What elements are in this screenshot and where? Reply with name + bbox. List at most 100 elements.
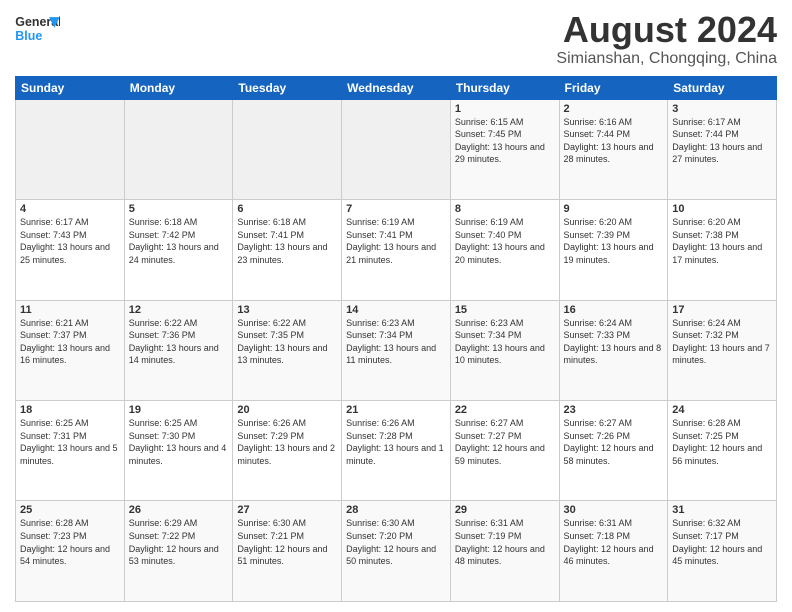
calendar-header-row: Sunday Monday Tuesday Wednesday Thursday… bbox=[16, 76, 777, 99]
table-row: 6Sunrise: 6:18 AM Sunset: 7:41 PM Daylig… bbox=[233, 200, 342, 300]
day-info: Sunrise: 6:30 AM Sunset: 7:21 PM Dayligh… bbox=[237, 517, 337, 567]
table-row: 30Sunrise: 6:31 AM Sunset: 7:18 PM Dayli… bbox=[559, 501, 668, 602]
day-number: 28 bbox=[346, 504, 446, 516]
table-row bbox=[342, 99, 451, 199]
calendar-week-row: 18Sunrise: 6:25 AM Sunset: 7:31 PM Dayli… bbox=[16, 401, 777, 501]
table-row: 17Sunrise: 6:24 AM Sunset: 7:32 PM Dayli… bbox=[668, 300, 777, 400]
day-number: 3 bbox=[672, 103, 772, 115]
table-row: 19Sunrise: 6:25 AM Sunset: 7:30 PM Dayli… bbox=[124, 401, 233, 501]
table-row: 21Sunrise: 6:26 AM Sunset: 7:28 PM Dayli… bbox=[342, 401, 451, 501]
table-row: 31Sunrise: 6:32 AM Sunset: 7:17 PM Dayli… bbox=[668, 501, 777, 602]
day-info: Sunrise: 6:27 AM Sunset: 7:26 PM Dayligh… bbox=[564, 417, 664, 467]
day-info: Sunrise: 6:24 AM Sunset: 7:33 PM Dayligh… bbox=[564, 317, 664, 367]
day-number: 11 bbox=[20, 304, 120, 316]
day-number: 1 bbox=[455, 103, 555, 115]
header: General Blue August 2024 Simianshan, Cho… bbox=[15, 10, 777, 68]
table-row: 25Sunrise: 6:28 AM Sunset: 7:23 PM Dayli… bbox=[16, 501, 125, 602]
day-info: Sunrise: 6:22 AM Sunset: 7:35 PM Dayligh… bbox=[237, 317, 337, 367]
day-info: Sunrise: 6:31 AM Sunset: 7:18 PM Dayligh… bbox=[564, 517, 664, 567]
day-info: Sunrise: 6:17 AM Sunset: 7:44 PM Dayligh… bbox=[672, 116, 772, 166]
col-thursday: Thursday bbox=[450, 76, 559, 99]
location-subtitle: Simianshan, Chongqing, China bbox=[556, 50, 777, 68]
day-info: Sunrise: 6:27 AM Sunset: 7:27 PM Dayligh… bbox=[455, 417, 555, 467]
day-number: 22 bbox=[455, 404, 555, 416]
col-sunday: Sunday bbox=[16, 76, 125, 99]
table-row: 18Sunrise: 6:25 AM Sunset: 7:31 PM Dayli… bbox=[16, 401, 125, 501]
calendar-week-row: 1Sunrise: 6:15 AM Sunset: 7:45 PM Daylig… bbox=[16, 99, 777, 199]
day-info: Sunrise: 6:19 AM Sunset: 7:41 PM Dayligh… bbox=[346, 216, 446, 266]
table-row: 22Sunrise: 6:27 AM Sunset: 7:27 PM Dayli… bbox=[450, 401, 559, 501]
logo: General Blue bbox=[15, 10, 60, 50]
day-info: Sunrise: 6:20 AM Sunset: 7:39 PM Dayligh… bbox=[564, 216, 664, 266]
day-number: 25 bbox=[20, 504, 120, 516]
day-number: 14 bbox=[346, 304, 446, 316]
day-info: Sunrise: 6:24 AM Sunset: 7:32 PM Dayligh… bbox=[672, 317, 772, 367]
day-number: 12 bbox=[129, 304, 229, 316]
day-info: Sunrise: 6:25 AM Sunset: 7:30 PM Dayligh… bbox=[129, 417, 229, 467]
day-info: Sunrise: 6:22 AM Sunset: 7:36 PM Dayligh… bbox=[129, 317, 229, 367]
table-row: 1Sunrise: 6:15 AM Sunset: 7:45 PM Daylig… bbox=[450, 99, 559, 199]
table-row: 5Sunrise: 6:18 AM Sunset: 7:42 PM Daylig… bbox=[124, 200, 233, 300]
table-row: 20Sunrise: 6:26 AM Sunset: 7:29 PM Dayli… bbox=[233, 401, 342, 501]
table-row: 29Sunrise: 6:31 AM Sunset: 7:19 PM Dayli… bbox=[450, 501, 559, 602]
day-info: Sunrise: 6:21 AM Sunset: 7:37 PM Dayligh… bbox=[20, 317, 120, 367]
day-info: Sunrise: 6:18 AM Sunset: 7:42 PM Dayligh… bbox=[129, 216, 229, 266]
col-saturday: Saturday bbox=[668, 76, 777, 99]
table-row: 24Sunrise: 6:28 AM Sunset: 7:25 PM Dayli… bbox=[668, 401, 777, 501]
col-friday: Friday bbox=[559, 76, 668, 99]
table-row: 3Sunrise: 6:17 AM Sunset: 7:44 PM Daylig… bbox=[668, 99, 777, 199]
day-number: 16 bbox=[564, 304, 664, 316]
day-info: Sunrise: 6:17 AM Sunset: 7:43 PM Dayligh… bbox=[20, 216, 120, 266]
month-title: August 2024 bbox=[556, 10, 777, 50]
day-number: 4 bbox=[20, 203, 120, 215]
day-number: 15 bbox=[455, 304, 555, 316]
table-row: 10Sunrise: 6:20 AM Sunset: 7:38 PM Dayli… bbox=[668, 200, 777, 300]
table-row: 7Sunrise: 6:19 AM Sunset: 7:41 PM Daylig… bbox=[342, 200, 451, 300]
table-row: 13Sunrise: 6:22 AM Sunset: 7:35 PM Dayli… bbox=[233, 300, 342, 400]
table-row: 12Sunrise: 6:22 AM Sunset: 7:36 PM Dayli… bbox=[124, 300, 233, 400]
day-info: Sunrise: 6:23 AM Sunset: 7:34 PM Dayligh… bbox=[455, 317, 555, 367]
table-row: 4Sunrise: 6:17 AM Sunset: 7:43 PM Daylig… bbox=[16, 200, 125, 300]
table-row: 11Sunrise: 6:21 AM Sunset: 7:37 PM Dayli… bbox=[16, 300, 125, 400]
day-info: Sunrise: 6:29 AM Sunset: 7:22 PM Dayligh… bbox=[129, 517, 229, 567]
table-row bbox=[233, 99, 342, 199]
table-row: 26Sunrise: 6:29 AM Sunset: 7:22 PM Dayli… bbox=[124, 501, 233, 602]
day-number: 9 bbox=[564, 203, 664, 215]
day-info: Sunrise: 6:26 AM Sunset: 7:29 PM Dayligh… bbox=[237, 417, 337, 467]
day-number: 23 bbox=[564, 404, 664, 416]
day-info: Sunrise: 6:32 AM Sunset: 7:17 PM Dayligh… bbox=[672, 517, 772, 567]
col-wednesday: Wednesday bbox=[342, 76, 451, 99]
day-number: 29 bbox=[455, 504, 555, 516]
table-row: 27Sunrise: 6:30 AM Sunset: 7:21 PM Dayli… bbox=[233, 501, 342, 602]
table-row bbox=[124, 99, 233, 199]
table-row: 15Sunrise: 6:23 AM Sunset: 7:34 PM Dayli… bbox=[450, 300, 559, 400]
col-monday: Monday bbox=[124, 76, 233, 99]
col-tuesday: Tuesday bbox=[233, 76, 342, 99]
day-number: 31 bbox=[672, 504, 772, 516]
day-info: Sunrise: 6:26 AM Sunset: 7:28 PM Dayligh… bbox=[346, 417, 446, 467]
day-number: 18 bbox=[20, 404, 120, 416]
day-info: Sunrise: 6:18 AM Sunset: 7:41 PM Dayligh… bbox=[237, 216, 337, 266]
logo-icon: General Blue bbox=[15, 10, 60, 50]
day-number: 20 bbox=[237, 404, 337, 416]
table-row: 14Sunrise: 6:23 AM Sunset: 7:34 PM Dayli… bbox=[342, 300, 451, 400]
calendar-table: Sunday Monday Tuesday Wednesday Thursday… bbox=[15, 76, 777, 602]
day-info: Sunrise: 6:15 AM Sunset: 7:45 PM Dayligh… bbox=[455, 116, 555, 166]
calendar-week-row: 25Sunrise: 6:28 AM Sunset: 7:23 PM Dayli… bbox=[16, 501, 777, 602]
day-number: 2 bbox=[564, 103, 664, 115]
table-row: 16Sunrise: 6:24 AM Sunset: 7:33 PM Dayli… bbox=[559, 300, 668, 400]
page: General Blue August 2024 Simianshan, Cho… bbox=[0, 0, 792, 612]
day-info: Sunrise: 6:31 AM Sunset: 7:19 PM Dayligh… bbox=[455, 517, 555, 567]
day-number: 19 bbox=[129, 404, 229, 416]
table-row: 23Sunrise: 6:27 AM Sunset: 7:26 PM Dayli… bbox=[559, 401, 668, 501]
day-info: Sunrise: 6:16 AM Sunset: 7:44 PM Dayligh… bbox=[564, 116, 664, 166]
day-number: 26 bbox=[129, 504, 229, 516]
day-number: 8 bbox=[455, 203, 555, 215]
day-number: 6 bbox=[237, 203, 337, 215]
day-number: 10 bbox=[672, 203, 772, 215]
svg-text:Blue: Blue bbox=[15, 29, 42, 43]
table-row: 2Sunrise: 6:16 AM Sunset: 7:44 PM Daylig… bbox=[559, 99, 668, 199]
table-row: 9Sunrise: 6:20 AM Sunset: 7:39 PM Daylig… bbox=[559, 200, 668, 300]
day-number: 21 bbox=[346, 404, 446, 416]
day-info: Sunrise: 6:25 AM Sunset: 7:31 PM Dayligh… bbox=[20, 417, 120, 467]
